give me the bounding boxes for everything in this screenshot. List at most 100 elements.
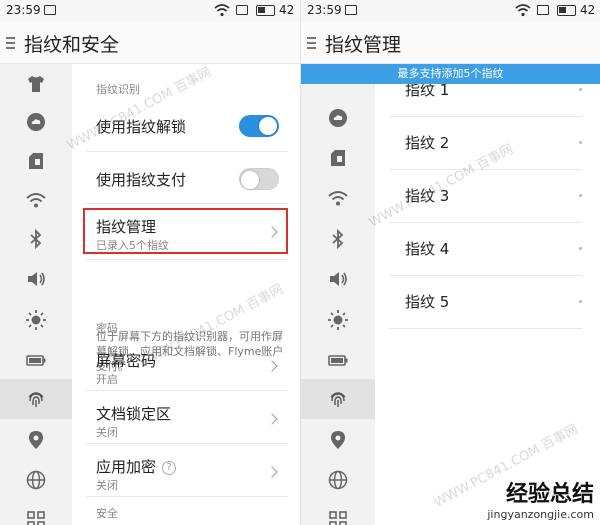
battery-level: 42 (279, 3, 295, 17)
fingerprint-unlock-label: 使用指纹解锁 (96, 118, 187, 136)
fingerprint-pay-label: 使用指纹支付 (96, 171, 187, 189)
row-fingerprint-pay[interactable]: 使用指纹支付 (86, 152, 288, 204)
image-notification-icon (345, 5, 357, 15)
fingerprint-list: 指纹 1 指纹 2 指纹 3 指纹 4 指纹 5 (375, 84, 600, 525)
location-pin-icon (331, 431, 345, 449)
menu-icon[interactable] (6, 37, 15, 49)
rail-item-battery[interactable] (0, 340, 72, 380)
fingerprint-item-3[interactable]: 指纹 3 (389, 170, 582, 223)
chevron-right-icon (266, 413, 278, 425)
rail-item-cloud[interactable] (0, 102, 72, 142)
help-icon[interactable]: ? (162, 461, 177, 475)
fingerprint-pay-toggle[interactable] (239, 168, 279, 190)
rail-item-wifi[interactable] (301, 178, 375, 218)
rail-item-bluetooth[interactable] (301, 219, 375, 259)
image-notification-icon (44, 5, 56, 15)
row-screen-password[interactable]: 屏幕密码 开启 (86, 338, 288, 391)
screen-password-label: 屏幕密码 (96, 352, 157, 370)
more-dot-icon[interactable] (579, 88, 582, 91)
speaker-icon (330, 272, 347, 286)
page-title: 指纹管理 (325, 34, 402, 56)
screen-password-sub: 开启 (96, 373, 118, 386)
fingerprint-item-1[interactable]: 指纹 1 (389, 84, 582, 117)
grid-icon (27, 511, 45, 525)
status-bar: 23:59 42 (301, 0, 600, 22)
rail-item-sim[interactable] (301, 138, 375, 178)
rail-item-sim[interactable] (0, 141, 72, 181)
sim-card-icon (29, 153, 43, 169)
message-icon (236, 5, 248, 15)
security-settings-screen: 23:59 42 指纹和安全 指纹识别 使用指纹解锁 使用指纹支付 指纹管理 已… (0, 0, 300, 525)
bluetooth-icon (30, 228, 42, 250)
rail-item-personalize[interactable] (0, 64, 72, 104)
message-icon (537, 5, 549, 15)
rail-item-apps[interactable] (301, 500, 375, 525)
rail-item-display[interactable] (0, 300, 72, 340)
row-fingerprint-unlock[interactable]: 使用指纹解锁 (86, 100, 288, 152)
cloud-icon (27, 113, 45, 131)
logo-url: jingyanzongjie.com (487, 508, 594, 521)
rail-item-location[interactable] (0, 420, 72, 460)
more-dot-icon[interactable] (579, 300, 582, 303)
page-title: 指纹和安全 (24, 34, 120, 56)
fingerprint-item-2[interactable]: 指纹 2 (389, 117, 582, 170)
row-app-encryption[interactable]: 应用加密? 关闭 (86, 444, 288, 497)
chevron-right-icon (266, 466, 278, 478)
globe-icon (328, 470, 348, 490)
battery-icon (26, 355, 46, 366)
battery-icon (256, 5, 275, 16)
bluetooth-icon (332, 228, 344, 250)
logo-mark: 经验总结 (505, 482, 594, 507)
wifi-icon (328, 191, 348, 206)
rail-item-sound[interactable] (301, 259, 375, 299)
battery-icon (557, 5, 576, 16)
toggle-knob (241, 171, 259, 189)
wifi-icon (214, 4, 230, 17)
brightness-icon (328, 310, 348, 330)
rail-item-language[interactable] (301, 460, 375, 500)
status-bar: 23:59 42 (0, 0, 300, 22)
rail-item-fingerprint[interactable] (0, 379, 72, 419)
settings-content: 指纹识别 使用指纹解锁 使用指纹支付 指纹管理 已录入5个指纹 位于屏幕下方的指… (72, 64, 300, 525)
grid-icon (329, 511, 347, 525)
rail-item-location[interactable] (301, 420, 375, 460)
more-dot-icon[interactable] (579, 194, 582, 197)
fingerprint-item-4[interactable]: 指纹 4 (389, 223, 582, 276)
toggle-knob (259, 117, 277, 135)
fingerprint-name: 指纹 1 (405, 84, 450, 99)
more-dot-icon[interactable] (579, 141, 582, 144)
app-encryption-label: 应用加密? (96, 456, 177, 477)
rail-item-bluetooth[interactable] (0, 219, 72, 259)
fingerprint-name: 指纹 5 (405, 293, 450, 311)
title-bar: 指纹和安全 (0, 22, 300, 64)
title-bar: 指纹管理 (301, 22, 600, 64)
more-dot-icon[interactable] (579, 247, 582, 250)
fingerprint-item-5[interactable]: 指纹 5 (389, 276, 582, 329)
fingerprint-management-screen: 23:59 42 指纹管理 最多支持添加5个指纹 指纹 1 指纹 2 指纹 3 … (300, 0, 600, 525)
rail-item-fingerprint[interactable] (301, 379, 375, 419)
fingerprint-unlock-toggle[interactable] (239, 115, 279, 137)
rail-item-language[interactable] (0, 460, 72, 500)
brightness-icon (26, 310, 46, 330)
rail-item-sound[interactable] (0, 259, 72, 299)
rail-item-display[interactable] (301, 300, 375, 340)
rail-item-battery[interactable] (301, 340, 375, 380)
fingerprint-name: 指纹 3 (405, 187, 450, 205)
rail-item-wifi[interactable] (0, 180, 72, 220)
rail-item-apps[interactable] (0, 500, 72, 525)
menu-icon[interactable] (307, 37, 316, 49)
section-header-fingerprint: 指纹识别 (96, 83, 140, 96)
fingerprint-icon (330, 392, 346, 407)
location-pin-icon (29, 431, 43, 449)
stage: 23:59 42 指纹和安全 指纹识别 使用指纹解锁 使用指纹支付 指纹管理 已… (0, 0, 600, 525)
section-header-password: 密码 (96, 322, 118, 335)
wifi-icon (515, 4, 531, 17)
section-header-security: 安全 (96, 507, 118, 520)
rail-item-cloud[interactable] (301, 98, 375, 138)
tshirt-icon (28, 76, 44, 92)
document-lock-label: 文档锁定区 (96, 405, 172, 423)
info-banner: 最多支持添加5个指纹 (301, 64, 600, 84)
category-rail (301, 64, 375, 525)
row-document-lock[interactable]: 文档锁定区 关闭 (86, 391, 288, 444)
speaker-icon (28, 272, 45, 286)
